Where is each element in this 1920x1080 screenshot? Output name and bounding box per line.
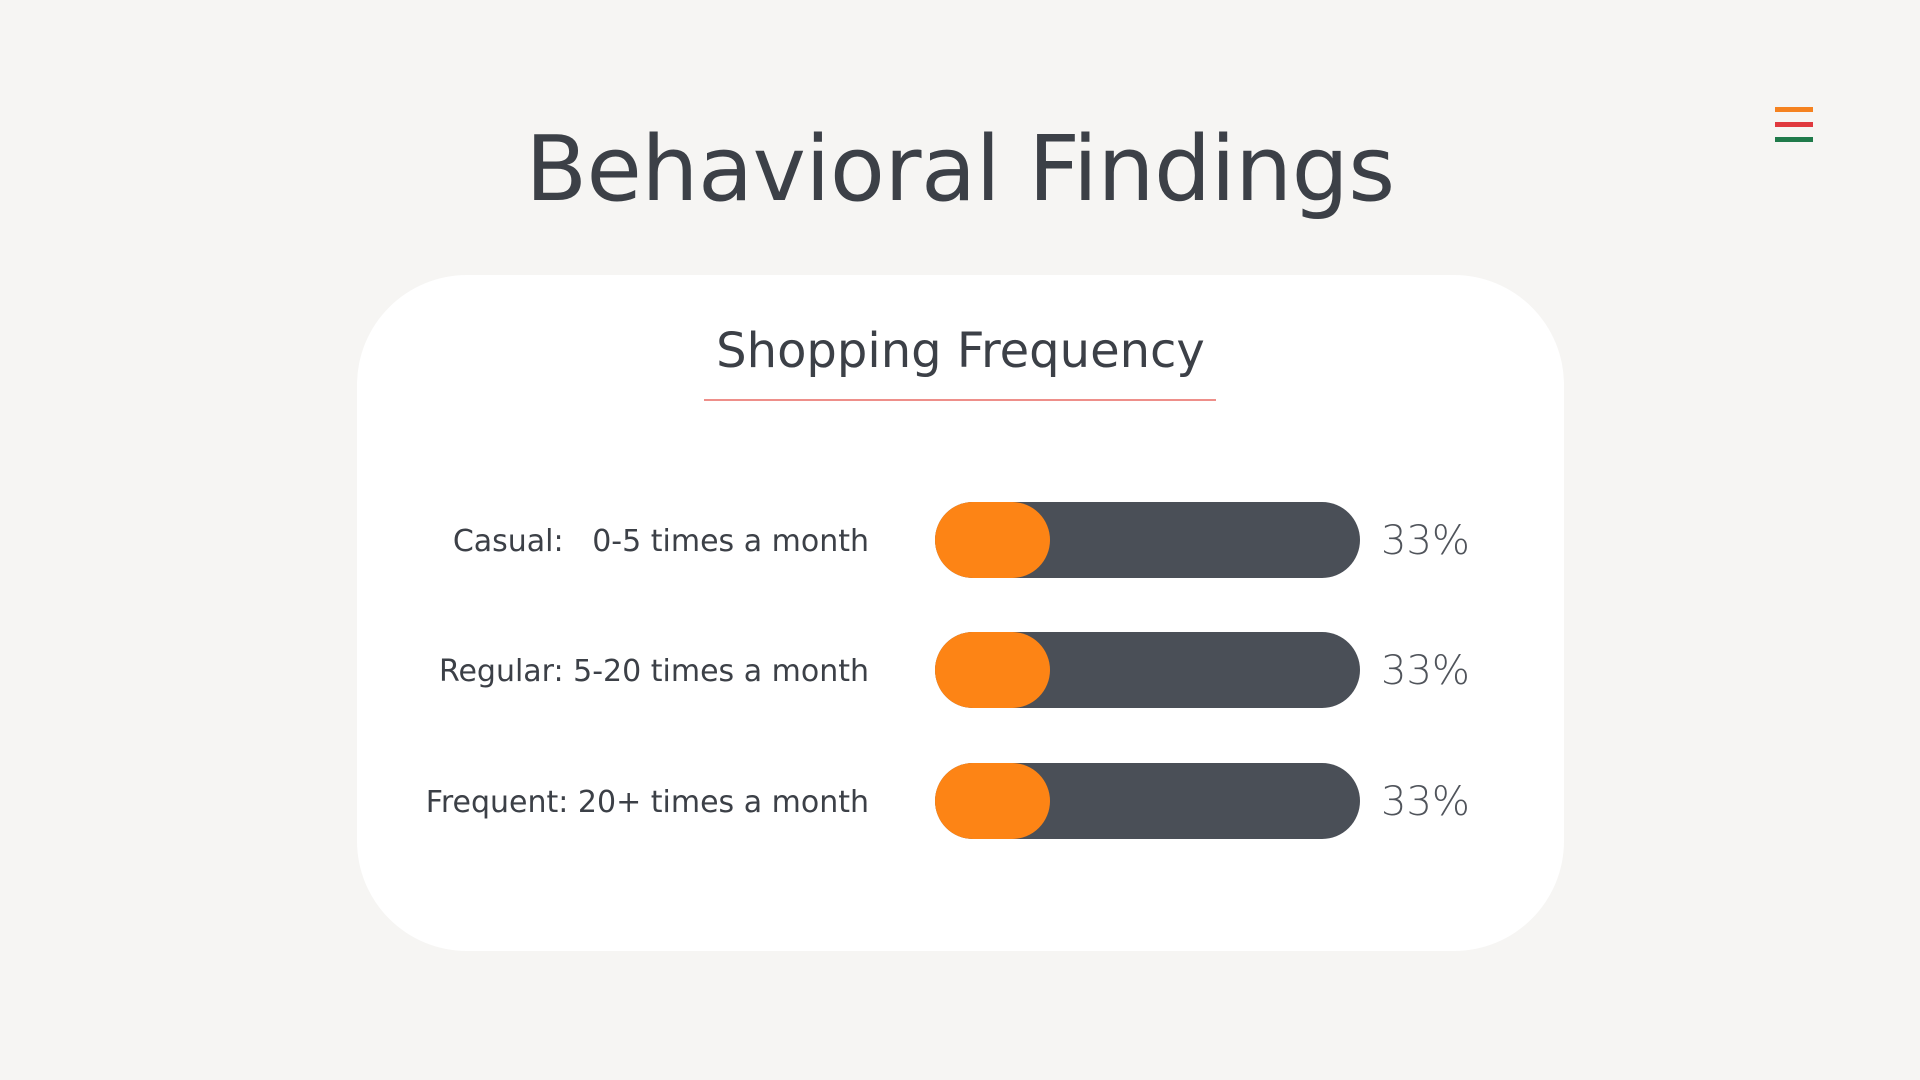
bar-value-label: 33% (1381, 648, 1470, 694)
bar-value-label: 33% (1381, 518, 1470, 564)
bar-label: Regular: 5-20 times a month (439, 654, 869, 689)
chart-card: Shopping Frequency Casual: 0-5 times a m… (357, 275, 1564, 951)
menu-icon-line-middle (1775, 122, 1813, 127)
menu-icon[interactable] (1775, 107, 1813, 147)
bar-fill (935, 763, 1051, 839)
bar-value-label: 33% (1381, 779, 1470, 825)
menu-icon-line-top (1775, 107, 1813, 112)
bar-fill (935, 502, 1051, 578)
page-title: Behavioral Findings (525, 117, 1395, 222)
frequency-bar-chart: Casual: 0-5 times a month 33% Regular: 5-2… (426, 502, 1470, 839)
bar-label: Frequent: 20+ times a month (426, 785, 869, 820)
bar-label: Casual: 0-5 times a month (453, 524, 869, 559)
menu-icon-line-bottom (1775, 137, 1813, 142)
bar-fill (935, 632, 1051, 708)
